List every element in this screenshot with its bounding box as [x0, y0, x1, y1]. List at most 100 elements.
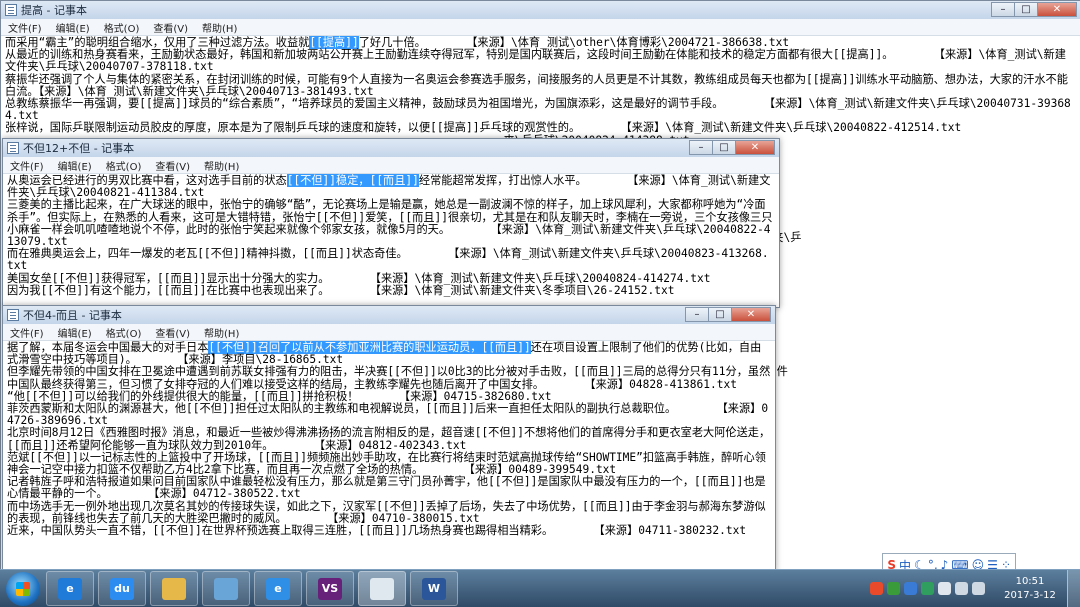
text-line: 总教练蔡振华一再强调，要[[提高]]球员的“综合素质”，“培养球员的爱国主义精神…	[5, 97, 1077, 123]
clock[interactable]: 10:51 2017-3-12	[993, 575, 1067, 603]
menu-view[interactable]: 查看(V)	[148, 325, 197, 340]
notepad-window-budan4: 不但4-而且 - 记事本 – □ ✕ 文件(F) 编辑(E) 格式(O) 查看(…	[2, 305, 776, 572]
menu-edit[interactable]: 编辑(E)	[51, 325, 99, 340]
taskbar-button[interactable]	[202, 571, 250, 606]
selected-text: [[不但]]稳定，[[而且]]	[286, 174, 419, 187]
notepad-icon	[7, 309, 19, 321]
line-text: 范斌[[不但]]以一记标志性的上篮投中了开场球，[[而且]]频频施出妙手助攻，在…	[7, 450, 766, 477]
start-button[interactable]	[6, 571, 40, 606]
menu-bar: 文件(F) 编辑(E) 格式(O) 查看(V) 帮助(H)	[1, 19, 1080, 36]
network-icon[interactable]	[955, 582, 968, 595]
text-line: 菲茨西蒙斯和太阳队的渊源甚大，他[[不但]]担任过太阳队的主教练和电视解说员，[…	[7, 402, 771, 428]
window-titlebar[interactable]: 不但4-而且 - 记事本 – □ ✕	[3, 306, 775, 324]
maximize-button[interactable]: □	[1014, 2, 1038, 17]
text-line: 从最近的训练和热身赛看来，王励勤状态最好，韩国和新加坡两站公开赛上王励勤连续夺得…	[5, 48, 1077, 74]
taskbar-button[interactable]: du	[98, 571, 146, 606]
menu-edit[interactable]: 编辑(E)	[49, 20, 97, 35]
maximize-button[interactable]: □	[712, 140, 736, 155]
menu-edit[interactable]: 编辑(E)	[51, 158, 99, 173]
line-text: “他[[不但]]可以给我们的外线提供很大的能量，[[而且]]拼抢积极！ 【来源】…	[7, 389, 552, 403]
taskbar-button[interactable]: e	[254, 571, 302, 606]
show-desktop-button[interactable]	[1067, 570, 1080, 607]
minimize-button[interactable]: –	[991, 2, 1015, 17]
taskbar-button[interactable]: VS	[306, 571, 354, 606]
close-button[interactable]: ✕	[731, 307, 771, 322]
baidu-netdisk-icon: du	[110, 577, 134, 600]
text-line: 蔡振华还强调了个人与集体的紧密关系，在封闭训练的时候，可能有9个人直接为一名奥运…	[5, 72, 1077, 98]
security-icon[interactable]	[887, 582, 900, 595]
text-line: 从奥运会已经进行的男双比赛中看，这对选手目前的状态[[不但]]稳定，[[而且]]…	[7, 174, 775, 199]
menu-bar: 文件(F) 编辑(E) 格式(O) 查看(V) 帮助(H)	[3, 157, 779, 174]
app-tray-icon[interactable]	[904, 582, 917, 595]
text-line: 据了解，本届冬运会中国最大的对手日本[[不但]]召回了以前从不参加亚洲比赛的职业…	[7, 341, 771, 366]
maximize-button[interactable]: □	[708, 307, 732, 322]
line-text: 美国女垒[[不但]]获得冠军，[[而且]]显示出十分强大的实力。 【来源】\体育…	[7, 271, 711, 285]
line-text: 但李耀先带领的中国女排在卫冕途中遭遇到前苏联女排强有力的阻击，半决赛[[不但]]…	[7, 365, 771, 391]
text-line: 而中场选手无一例外地出现几次莫名其妙的传接球失误，如此之下，汉家军[[不但]]丢…	[7, 499, 771, 525]
text-line: 近来，中国队势头一直不错，[[不但]]在世界杯预选赛上取得三连胜，[[而且]]几…	[7, 524, 771, 538]
line-text: 菲茨西蒙斯和太阳队的渊源甚大，他[[不但]]担任过太阳队的主教练和电视解说员，[…	[7, 402, 769, 428]
line-text: 而在雅典奥运会上，四年一爆发的老瓦[[不但]]精神抖擞，[[而且]]状态奇佳。 …	[7, 247, 769, 273]
line-text: 三菱美的主播比起来，在广大球迷的眼中，张怡宁的确够“酷”，无论赛场上是输是赢，她…	[7, 198, 773, 249]
clock-date: 2017-3-12	[1004, 589, 1056, 601]
taskbar-button[interactable]: e	[46, 571, 94, 606]
text-line: 范斌[[不但]]以一记标志性的上篮投中了开场球，[[而且]]频频施出妙手助攻，在…	[7, 450, 771, 477]
system-tray: 10:51 2017-3-12	[870, 570, 1080, 607]
menu-file[interactable]: 文件(F)	[3, 325, 51, 340]
menu-view[interactable]: 查看(V)	[148, 158, 197, 173]
menu-format[interactable]: 格式(O)	[99, 158, 149, 173]
text-area[interactable]: 从奥运会已经进行的男双比赛中看，这对选手目前的状态[[不但]]稳定，[[而且]]…	[3, 174, 779, 298]
taskbar-button[interactable]	[150, 571, 198, 606]
line-text: 总教练蔡振华一再强调，要[[提高]]球员的“综合素质”，“培养球员的爱国主义精神…	[5, 97, 1071, 123]
line-text: 近来，中国队势头一直不错，[[不但]]在世界杯预选赛上取得三连胜，[[而且]]几…	[7, 524, 747, 538]
minimize-button[interactable]: –	[689, 140, 713, 155]
window-titlebar[interactable]: 不但12+不但 - 记事本 – □ ✕	[3, 139, 779, 157]
line-text: 张梓说，国际乒联限制运动员胶皮的厚度，原本是为了限制乒乓球的速度和旋转，以便[[…	[5, 121, 962, 135]
menu-view[interactable]: 查看(V)	[146, 20, 195, 35]
word-icon: W	[422, 577, 446, 600]
menu-format[interactable]: 格式(O)	[99, 325, 149, 340]
text-line: 记者韩旌子呼和浩特报道如果问目前国家队中谁最轻松没有压力，那么就是第三守门员孙菁…	[7, 475, 771, 501]
minimize-button[interactable]: –	[685, 307, 709, 322]
clock-time: 10:51	[1015, 575, 1045, 587]
menu-help[interactable]: 帮助(H)	[197, 325, 246, 340]
notepad-icon	[5, 4, 17, 16]
taskbar: e du e VS W 10:51 2017-3-12	[0, 569, 1080, 607]
menu-file[interactable]: 文件(F)	[1, 20, 49, 35]
line-text: 北京时间8月12日《西雅图时报》消息，和最近一些被炒得沸沸扬扬的流言附相反的是，…	[7, 426, 771, 452]
text-line: 但李耀先带领的中国女排在卫冕途中遭遇到前苏联女排强有力的阻击，半决赛[[不但]]…	[7, 365, 771, 391]
internet-explorer-icon: e	[266, 577, 290, 600]
line-text: 从最近的训练和热身赛看来，王励勤状态最好，韩国和新加坡两站公开赛上王励勤连续夺得…	[5, 48, 1066, 74]
text-line: 而在雅典奥运会上，四年一爆发的老瓦[[不但]]精神抖擞，[[而且]]状态奇佳。 …	[7, 247, 775, 273]
folder-icon	[162, 577, 186, 600]
menu-file[interactable]: 文件(F)	[3, 158, 51, 173]
notepad-icon	[7, 142, 19, 154]
notepad-window-budan12: 不但12+不但 - 记事本 – □ ✕ 文件(F) 编辑(E) 格式(O) 查看…	[2, 138, 780, 308]
volume-icon[interactable]	[972, 582, 985, 595]
window-titlebar[interactable]: 提高 - 记事本 – □ ✕	[1, 1, 1080, 19]
menu-help[interactable]: 帮助(H)	[197, 158, 246, 173]
line-text: 记者韩旌子呼和浩特报道如果问目前国家队中谁最轻松没有压力，那么就是第三守门员孙菁…	[7, 475, 766, 501]
media-player-icon	[214, 577, 238, 600]
antivirus-icon[interactable]	[870, 582, 883, 595]
flag-icon[interactable]	[938, 582, 951, 595]
ie-icon: e	[58, 577, 82, 600]
visual-studio-icon: VS	[318, 577, 342, 600]
close-button[interactable]: ✕	[1037, 2, 1077, 17]
menu-help[interactable]: 帮助(H)	[195, 20, 244, 35]
notepad-icon	[370, 577, 394, 600]
line-text: 蔡振华还强调了个人与集体的紧密关系，在封闭训练的时候，可能有9个人直接为一名奥运…	[5, 72, 1068, 98]
menu-format[interactable]: 格式(O)	[97, 20, 147, 35]
close-button[interactable]: ✕	[735, 140, 775, 155]
line-text: 因为我[[不但]]有这个能力，[[而且]]在比赛中也表现出来了。 【来源】\体育…	[7, 283, 675, 297]
text-line: 三菱美的主播比起来，在广大球迷的眼中，张怡宁的确够“酷”，无论赛场上是输是赢，她…	[7, 199, 775, 248]
taskbar-button[interactable]: W	[410, 571, 458, 606]
shield-icon[interactable]	[921, 582, 934, 595]
text-area[interactable]: 据了解，本届冬运会中国最大的对手日本[[不但]]召回了以前从不参加亚洲比赛的职业…	[3, 341, 775, 538]
window-title: 不但12+不但 - 记事本	[23, 142, 135, 155]
line-text: 而中场选手无一例外地出现几次莫名其妙的传接球失误，如此之下，汉家军[[不但]]丢…	[7, 499, 766, 525]
menu-bar: 文件(F) 编辑(E) 格式(O) 查看(V) 帮助(H)	[3, 324, 775, 341]
taskbar-apps: e du e VS W	[46, 571, 462, 606]
text-line: 北京时间8月12日《西雅图时报》消息，和最近一些被炒得沸沸扬扬的流言附相反的是，…	[7, 426, 771, 452]
taskbar-button[interactable]	[358, 571, 406, 606]
